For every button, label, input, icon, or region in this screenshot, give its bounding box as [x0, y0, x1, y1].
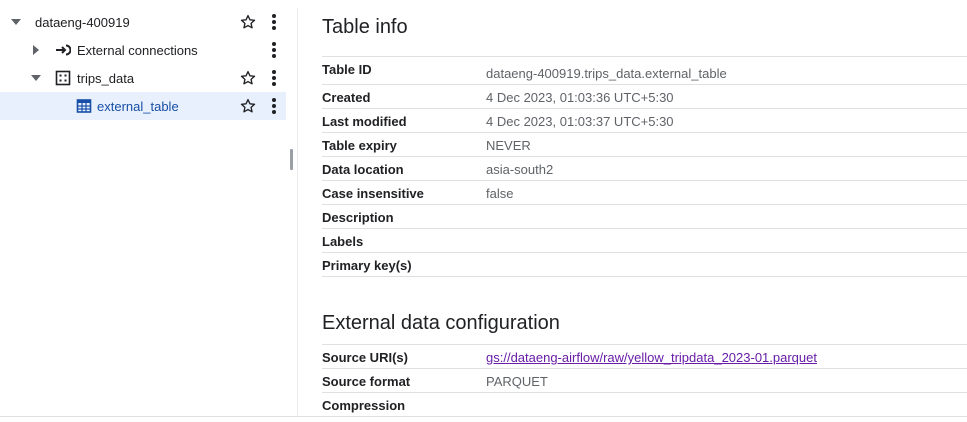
info-key: Table expiry: [322, 138, 397, 153]
tree-item-project[interactable]: dataeng-400919: [0, 8, 286, 36]
tree-item-label: external_table: [97, 99, 179, 114]
info-value: dataeng-400919.trips_data.external_table: [486, 66, 727, 81]
section-title-table-info: Table info: [322, 16, 408, 38]
info-value: false: [486, 186, 514, 201]
tree-item-label: External connections: [77, 43, 198, 58]
star-icon[interactable]: [239, 13, 257, 31]
info-value: NEVER: [486, 138, 531, 153]
info-row-primary-keys: Primary key(s): [322, 252, 967, 277]
caret-down-icon[interactable]: [10, 16, 22, 28]
info-value: asia-south2: [486, 162, 554, 177]
star-icon[interactable]: [239, 69, 257, 87]
more-vert-icon[interactable]: [265, 69, 283, 87]
tree-item-table[interactable]: external_table: [0, 92, 286, 120]
info-key: Source format: [322, 374, 411, 389]
info-key: Labels: [322, 234, 364, 249]
more-vert-icon[interactable]: [265, 41, 283, 59]
info-value: PARQUET: [486, 374, 548, 389]
info-row-source-uri: Source URI(s) gs://dataeng-airflow/raw/y…: [322, 344, 967, 369]
info-key: Compression: [322, 398, 406, 413]
tree-item-dataset[interactable]: trips_data: [0, 64, 286, 92]
drag-handle-icon[interactable]: [290, 149, 293, 170]
info-key: Last modified: [322, 114, 407, 129]
info-row-compression: Compression: [322, 392, 967, 417]
info-row-labels: Labels: [322, 228, 967, 253]
info-row-source-format: Source format PARQUET: [322, 368, 967, 393]
explorer-panel: dataeng-400919 External connections trip…: [0, 0, 286, 422]
info-key: Case insensitive: [322, 186, 424, 201]
info-row-description: Description: [322, 204, 967, 229]
external-connection-icon: [56, 44, 71, 56]
info-key: Source URI(s): [322, 350, 408, 365]
table-icon: [76, 99, 92, 113]
info-row-case-insensitive: Case insensitive false: [322, 180, 967, 205]
info-row-last-modified: Last modified 4 Dec 2023, 01:03:37 UTC+5…: [322, 108, 967, 133]
source-uri-link[interactable]: gs://dataeng-airflow/raw/yellow_tripdata…: [486, 350, 817, 365]
table-details-panel: Table info Table ID dataeng-400919.trips…: [298, 0, 967, 416]
tree-item-label: dataeng-400919: [35, 15, 130, 30]
info-row-table-expiry: Table expiry NEVER: [322, 132, 967, 157]
more-vert-icon[interactable]: [265, 97, 283, 115]
divider: [322, 276, 967, 277]
caret-right-icon[interactable]: [30, 44, 42, 56]
tree-item-label: trips_data: [77, 71, 135, 86]
info-key: Created: [322, 90, 371, 105]
caret-down-icon[interactable]: [30, 72, 42, 84]
info-row-table-id: Table ID dataeng-400919.trips_data.exter…: [322, 56, 967, 81]
dataset-icon: [55, 70, 71, 86]
info-key: Table ID: [322, 62, 372, 77]
section-title-external-config: External data configuration: [322, 312, 560, 334]
star-icon[interactable]: [239, 97, 257, 115]
info-key: Primary key(s): [322, 258, 412, 273]
more-vert-icon[interactable]: [265, 13, 283, 31]
info-value: 4 Dec 2023, 01:03:37 UTC+5:30: [486, 114, 674, 129]
info-value: 4 Dec 2023, 01:03:36 UTC+5:30: [486, 90, 674, 105]
tree-item-external-connections[interactable]: External connections: [0, 36, 286, 64]
info-key: Description: [322, 210, 394, 225]
info-key: Data location: [322, 162, 404, 177]
info-row-data-location: Data location asia-south2: [322, 156, 967, 181]
info-row-created: Created 4 Dec 2023, 01:03:36 UTC+5:30: [322, 84, 967, 109]
